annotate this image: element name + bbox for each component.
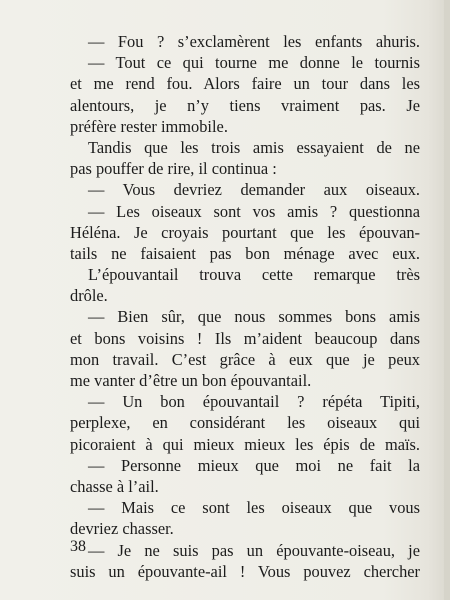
- text-line: et bons voisins ! Ils m’aident beaucoup …: [70, 328, 420, 348]
- text-line: — Mais ce sont les oiseaux que vous: [88, 498, 420, 518]
- text-line: Héléna. Je croyais pourtant que les épou…: [70, 222, 420, 242]
- text-line: — Vous devriez demander aux oiseaux.: [88, 180, 420, 200]
- page-edge-shadow: [444, 0, 450, 600]
- text-line: mon travail. C’est grâce à eux que je pe…: [70, 349, 420, 369]
- text-line: pas pouffer de rire, il continua :: [70, 159, 277, 179]
- text-line: tails ne faisaient pas bon ménage avec e…: [70, 243, 420, 263]
- text-line: suis un épouvante-ail ! Vous pouvez cher…: [70, 561, 420, 581]
- book-page: — Fou ? s’exclamèrent les enfants ahuris…: [0, 0, 450, 600]
- text-line: Tandis que les trois amis essayaient de …: [88, 137, 420, 157]
- text-line: alentours, je n’y tiens vraiment pas. Je: [70, 95, 420, 115]
- text-line: — Tout ce qui tourne me donne le tournis: [88, 53, 420, 73]
- text-line: me vanter d’être un bon épouvantail.: [70, 371, 312, 390]
- text-line: — Personne mieux que moi ne fait la: [88, 455, 420, 475]
- text-line: chasse à l’ail.: [70, 476, 159, 496]
- text-line: — Bien sûr, que nous sommes bons amis: [88, 307, 420, 327]
- text-line: drôle.: [70, 286, 108, 306]
- body-text: — Fou ? s’exclamèrent les enfants ahuris…: [70, 31, 420, 582]
- text-line: et me rend fou. Alors faire un tour dans…: [70, 74, 420, 94]
- text-line: devriez chasser.: [70, 519, 174, 539]
- text-line: — Fou ? s’exclamèrent les enfants ahuris…: [88, 32, 420, 51]
- text-line: — Les oiseaux sont vos amis ? questionna: [88, 201, 420, 221]
- text-line: L’épouvantail trouva cette remarque très: [88, 265, 420, 285]
- text-line: — Je ne suis pas un épouvante-oiseau, je: [88, 540, 420, 560]
- text-line: picoraient à qui mieux mieux les épis de…: [70, 434, 420, 454]
- text-line: perplexe, en considérant les oiseaux qui: [70, 413, 420, 433]
- text-line: — Un bon épouvantail ? répéta Tipiti,: [88, 392, 420, 412]
- page-number: 38: [70, 538, 86, 555]
- text-line: préfère rester immobile.: [70, 116, 228, 136]
